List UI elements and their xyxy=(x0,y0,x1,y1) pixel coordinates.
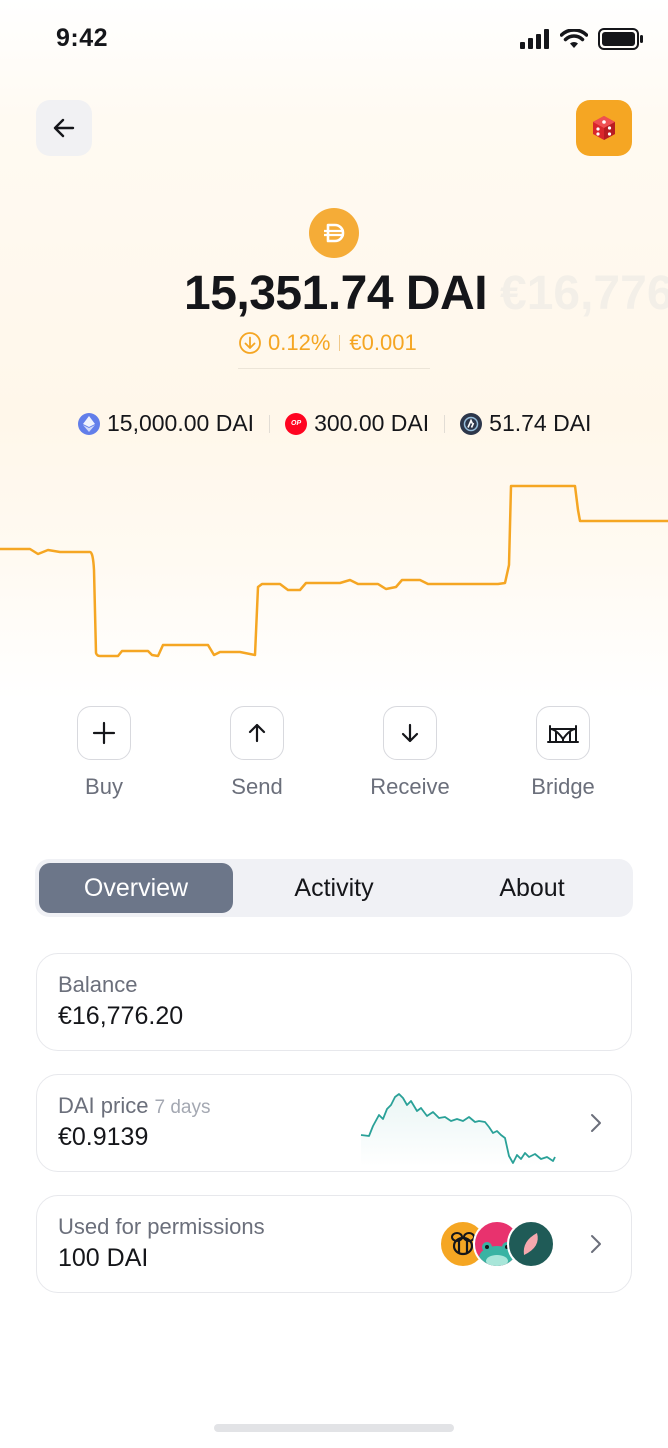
price-card[interactable]: DAI price 7 days €0.9139 xyxy=(36,1074,632,1172)
back-button[interactable] xyxy=(36,100,92,156)
chain-ethereum[interactable]: 15,000.00 DAI xyxy=(78,410,254,437)
chain-optimism[interactable]: OP 300.00 DAI xyxy=(285,410,429,437)
chain-arbitrum[interactable]: 51.74 DAI xyxy=(460,410,591,437)
battery-icon xyxy=(598,28,643,50)
bridge-button[interactable]: Bridge xyxy=(513,706,613,800)
change-separator xyxy=(339,335,341,351)
permissions-label: Used for permissions xyxy=(58,1214,265,1239)
price-value: €0.9139 xyxy=(58,1123,149,1151)
price-sparkline xyxy=(360,1093,556,1167)
balance-card-value: €16,776.20 xyxy=(58,1002,184,1030)
dai-logo-icon xyxy=(324,223,345,243)
plus-icon xyxy=(92,721,116,745)
optimism-label: OP xyxy=(291,420,302,427)
price-change: 0.12% €0.001 xyxy=(238,330,417,356)
change-fiat: €0.001 xyxy=(349,330,417,355)
token-detail-screen: 9:42 15,351.74 DAI €16,776 0.12% €0.001 … xyxy=(0,0,668,1448)
tab-bar: Overview Activity About xyxy=(35,859,633,917)
dice-icon xyxy=(593,116,615,140)
chevron-right-icon xyxy=(591,1235,601,1253)
change-percent: 0.12% xyxy=(268,330,331,355)
price-history-chart[interactable] xyxy=(0,470,668,670)
tab-activity[interactable]: Activity xyxy=(235,863,433,913)
optimism-icon: OP xyxy=(285,412,308,435)
balance-card: Balance €16,776.20 xyxy=(36,953,632,1051)
send-icon-box xyxy=(230,706,284,760)
price-period: 7 days xyxy=(154,1097,211,1118)
signal-icon xyxy=(520,29,549,49)
arbitrum-icon xyxy=(460,412,483,435)
chain-amount: 15,000.00 DAI xyxy=(107,410,255,436)
bridge-icon-box xyxy=(536,706,590,760)
arrow-up-icon xyxy=(248,723,266,743)
buy-icon-box xyxy=(77,706,131,760)
chain-separator xyxy=(269,414,271,433)
home-indicator xyxy=(214,1424,454,1432)
bridge-icon xyxy=(547,725,579,743)
price-card-label: DAI price 7 days xyxy=(58,1093,210,1119)
buy-label: Buy xyxy=(85,774,123,799)
dai-token-icon xyxy=(309,208,359,258)
bridge-label: Bridge xyxy=(531,774,595,799)
status-time: 9:42 xyxy=(56,24,109,52)
random-dice-button[interactable] xyxy=(576,100,632,156)
wifi-icon xyxy=(560,29,588,48)
tab-about[interactable]: About xyxy=(435,863,629,913)
receive-button[interactable]: Receive xyxy=(360,706,460,800)
action-buttons: Buy Send Receive Bridge xyxy=(0,706,668,806)
price-line xyxy=(0,484,668,658)
chain-amount: 51.74 DAI xyxy=(489,410,592,436)
receive-icon-box xyxy=(383,706,437,760)
balance-card-label: Balance xyxy=(58,972,138,997)
token-balance: 15,351.74 DAI xyxy=(184,267,488,320)
arrow-left-icon xyxy=(53,118,75,138)
chain-separator xyxy=(444,414,446,433)
send-button[interactable]: Send xyxy=(207,706,307,800)
fiat-balance-ghost: €16,776 xyxy=(500,267,668,320)
tab-overview[interactable]: Overview xyxy=(39,863,233,913)
price-label: DAI price xyxy=(58,1093,149,1118)
receive-label: Receive xyxy=(370,774,450,799)
permissions-value: 100 DAI xyxy=(58,1244,149,1272)
leaf-icon xyxy=(523,1233,538,1255)
header-divider xyxy=(238,368,430,369)
permission-app-avatars xyxy=(439,1220,559,1268)
arrow-down-circle-icon xyxy=(239,332,261,354)
app-avatar-leaf xyxy=(507,1220,555,1268)
buy-button[interactable]: Buy xyxy=(54,706,154,800)
chevron-right-icon xyxy=(591,1114,601,1132)
balance-row: 15,351.74 DAI €16,776 xyxy=(0,266,668,330)
send-label: Send xyxy=(231,774,283,799)
chain-amount: 300.00 DAI xyxy=(314,410,430,436)
chain-balances: 15,000.00 DAI OP 300.00 DAI 51.74 DAI xyxy=(78,410,591,437)
status-icons xyxy=(520,28,644,50)
arrow-down-icon xyxy=(401,723,419,743)
ethereum-icon xyxy=(78,412,100,435)
permissions-card[interactable]: Used for permissions 100 DAI xyxy=(36,1195,632,1293)
